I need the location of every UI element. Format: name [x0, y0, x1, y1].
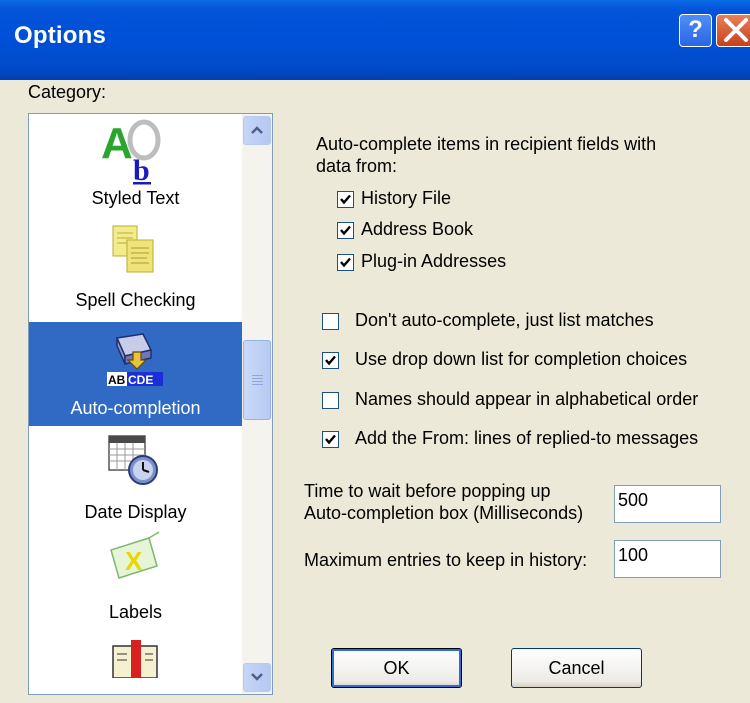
category-item-labels[interactable]: X Labels	[29, 530, 242, 634]
address-book-checkbox[interactable]	[337, 222, 354, 239]
date-display-icon	[108, 435, 158, 485]
help-button[interactable]: ?	[679, 14, 712, 47]
category-scrollbar[interactable]	[242, 114, 272, 694]
svg-text:A: A	[101, 119, 133, 168]
window-title: Options	[14, 22, 107, 49]
category-item-label: Spell Checking	[75, 290, 196, 310]
delay-label-line2: Auto-completion box (Milliseconds)	[304, 503, 584, 523]
scroll-up-button[interactable]	[243, 116, 271, 145]
add-from-lines-checkbox[interactable]	[322, 431, 339, 448]
category-label: Category:	[28, 82, 107, 102]
close-icon	[724, 18, 748, 42]
category-item-partial[interactable]	[29, 634, 242, 694]
options-dialog: Options ? Category: A b Styled Text Spel…	[0, 0, 750, 703]
svg-text:X: X	[125, 546, 143, 576]
delay-label-line1: Time to wait before popping up	[304, 481, 551, 501]
ok-button[interactable]: OK	[331, 648, 462, 688]
checkmark-icon	[340, 225, 351, 236]
category-list[interactable]: A b Styled Text Spell Checking AB CDE Au…	[28, 113, 273, 695]
scroll-thumb[interactable]	[243, 340, 271, 420]
plugin-addresses-checkbox[interactable]	[337, 254, 354, 271]
history-input[interactable]: 100	[614, 540, 721, 578]
autocomplete-heading-line2: data from:	[316, 156, 398, 176]
address-book-label: Address Book	[361, 219, 474, 239]
alphabetical-order-checkbox[interactable]	[322, 392, 339, 409]
category-item-styled-text[interactable]: A b Styled Text	[29, 114, 242, 214]
title-bar[interactable]: Options ?	[0, 0, 750, 80]
spell-checking-icon	[112, 225, 154, 273]
history-file-label: History File	[361, 188, 452, 208]
checkmark-icon	[340, 257, 351, 268]
history-file-checkbox[interactable]	[337, 191, 354, 208]
dont-autocomplete-label: Don't auto-complete, just list matches	[355, 310, 654, 330]
chevron-down-icon	[251, 673, 263, 681]
help-icon: ?	[688, 16, 703, 43]
drop-down-list-label: Use drop down list for completion choice…	[355, 349, 688, 369]
dont-autocomplete-checkbox[interactable]	[322, 313, 339, 330]
category-item-label: Date Display	[84, 502, 187, 522]
category-item-label: Auto-completion	[70, 398, 201, 418]
history-label: Maximum entries to keep in history:	[304, 550, 588, 570]
checkmark-icon	[340, 194, 351, 205]
autocomplete-heading-line1: Auto-complete items in recipient fields …	[316, 134, 657, 154]
close-button[interactable]	[716, 14, 750, 47]
partial-category-icon	[112, 640, 158, 678]
delay-input[interactable]: 500	[614, 485, 721, 523]
category-item-date-display[interactable]: Date Display	[29, 426, 242, 530]
category-item-label: Labels	[108, 602, 163, 622]
svg-text:CDE: CDE	[128, 373, 153, 387]
styled-text-icon: A b	[101, 119, 161, 187]
alphabetical-order-label: Names should appear in alphabetical orde…	[355, 389, 699, 409]
checkmark-icon	[325, 355, 336, 366]
category-item-auto-completion[interactable]: AB CDE Auto-completion	[29, 322, 242, 426]
category-item-label: Styled Text	[91, 188, 180, 208]
category-item-spell-checking[interactable]: Spell Checking	[29, 218, 242, 322]
plugin-addresses-label: Plug-in Addresses	[361, 251, 507, 271]
drop-down-list-checkbox[interactable]	[322, 352, 339, 369]
add-from-lines-label: Add the From: lines of replied-to messag…	[355, 428, 699, 448]
checkmark-icon	[325, 434, 336, 445]
cancel-button[interactable]: Cancel	[511, 648, 642, 688]
chevron-up-icon	[251, 126, 263, 134]
svg-text:AB: AB	[108, 373, 126, 387]
auto-completion-icon: AB CDE	[107, 333, 163, 387]
scroll-down-button[interactable]	[243, 663, 271, 692]
labels-icon: X	[110, 531, 160, 579]
